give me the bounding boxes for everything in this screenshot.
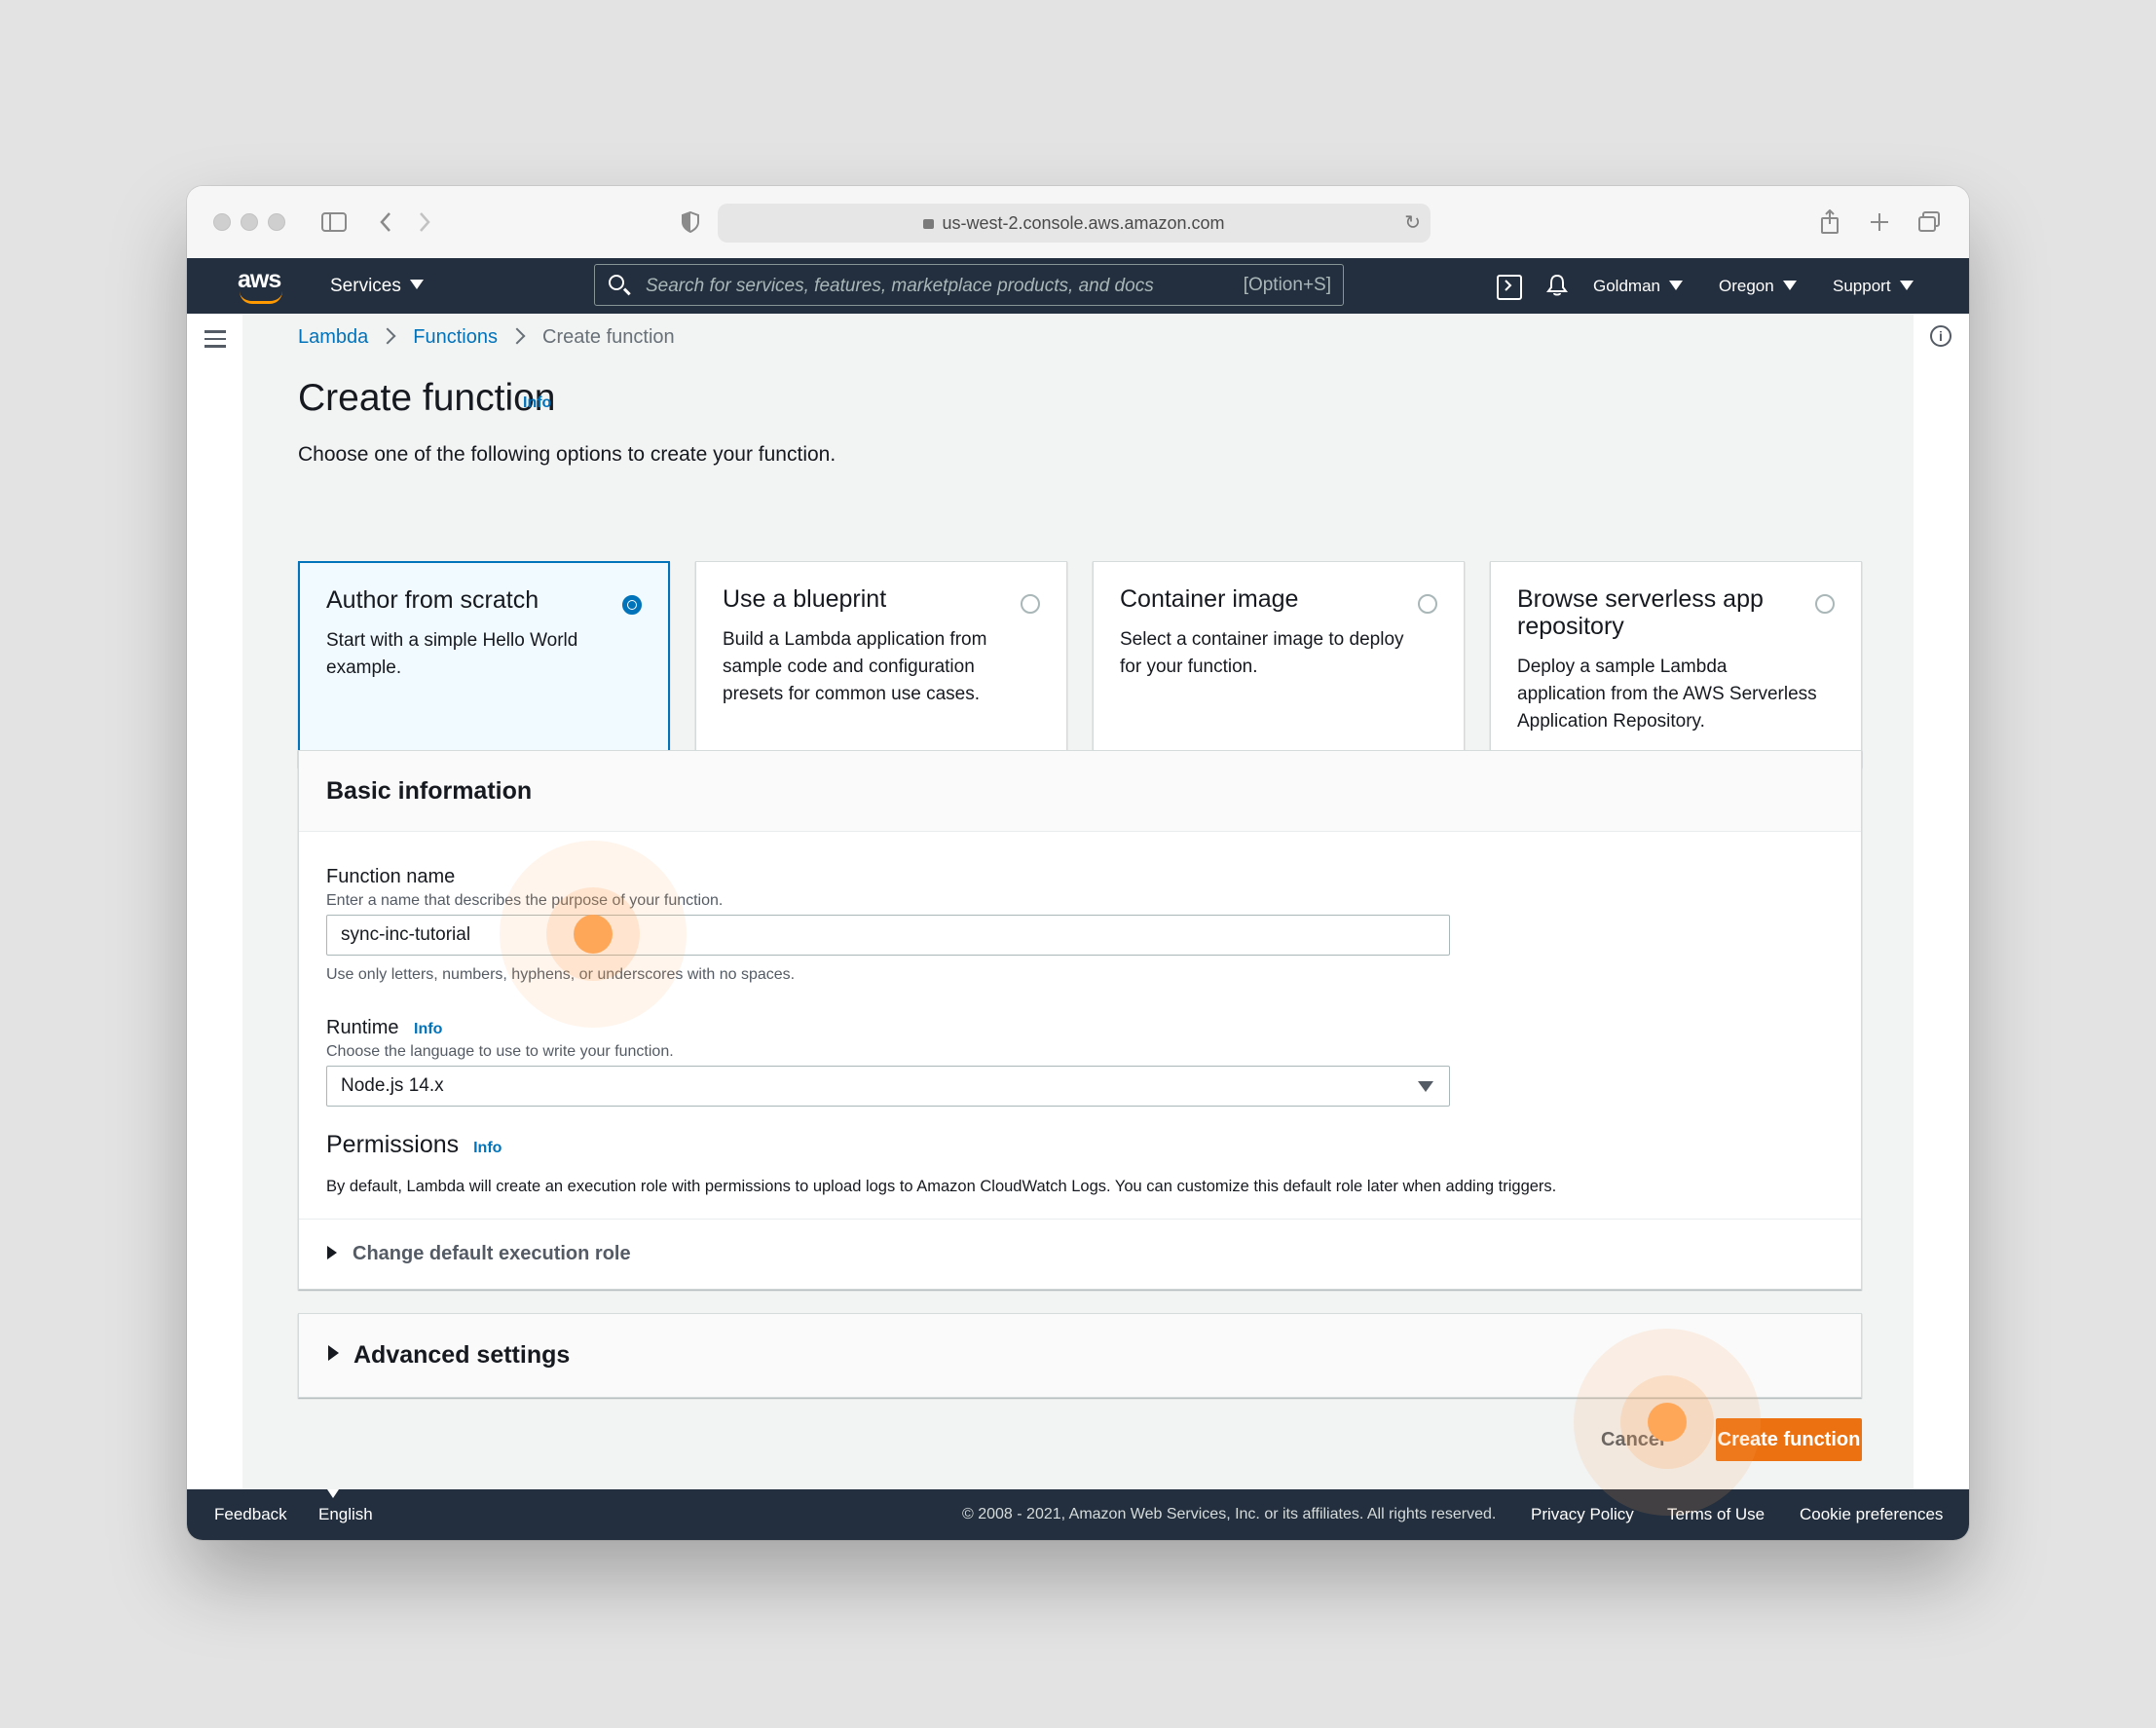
title-info-link[interactable]: Info <box>523 394 551 412</box>
option-use-a-blueprint[interactable]: Use a blueprint Build a Lambda applicati… <box>695 561 1067 768</box>
browser-window: us-west-2.console.aws.amazon.com ↻ aws S… <box>187 186 1969 1540</box>
search-icon <box>609 275 624 290</box>
aws-logo[interactable]: aws <box>238 266 288 305</box>
page-subtitle: Choose one of the following options to c… <box>298 443 836 466</box>
advanced-settings-label: Advanced settings <box>353 1341 571 1369</box>
privacy-shield-icon[interactable] <box>674 206 707 239</box>
function-name-label: Function name <box>326 866 456 887</box>
right-tools-rail: i <box>1913 314 1969 1489</box>
console-footer: Feedback English (US) © 2008 - 2021, Ama… <box>187 1489 1969 1540</box>
function-name-description: Enter a name that describes the purpose … <box>326 892 724 909</box>
copyright-text: © 2008 - 2021, Amazon Web Services, Inc.… <box>962 1506 1497 1522</box>
search-input[interactable] <box>644 265 1212 307</box>
option-description: Deploy a sample Lambda application from … <box>1517 657 1817 732</box>
option-title: Author from scratch <box>326 586 539 614</box>
cookie-preferences-link[interactable]: Cookie preferences <box>1800 1489 1943 1540</box>
option-title: Browse serverless app repository <box>1517 585 1764 640</box>
option-author-from-scratch[interactable]: Author from scratch Start with a simple … <box>298 561 670 768</box>
runtime-label: Runtime Info <box>326 1017 443 1038</box>
radio-button[interactable] <box>1021 594 1040 614</box>
lock-icon <box>923 219 935 229</box>
advanced-settings-panel[interactable]: Advanced settings <box>298 1313 1862 1398</box>
minimize-window-dot[interactable] <box>241 213 258 231</box>
panel-header: Basic information <box>299 751 1861 832</box>
services-menu[interactable]: Services <box>330 258 424 314</box>
privacy-policy-link[interactable]: Privacy Policy <box>1531 1489 1634 1540</box>
breadcrumb-lambda[interactable]: Lambda <box>298 326 368 348</box>
chevron-right-icon <box>508 327 526 345</box>
region-menu[interactable]: Oregon <box>1719 258 1797 314</box>
change-role-label: Change default execution role <box>353 1243 631 1264</box>
left-navigation-rail <box>187 314 243 1489</box>
option-description: Start with a simple Hello World example. <box>326 630 578 678</box>
zoom-window-dot[interactable] <box>268 213 285 231</box>
sidebar-toggle-icon[interactable] <box>317 206 351 239</box>
feedback-link[interactable]: Feedback <box>214 1489 287 1540</box>
page-title: Create function <box>298 377 556 419</box>
notifications-bell-icon[interactable] <box>1543 272 1571 299</box>
search-shortcut: [Option+S] <box>1243 275 1331 295</box>
search-box[interactable]: [Option+S] <box>594 264 1344 307</box>
option-description: Select a container image to deploy for y… <box>1120 629 1404 677</box>
radio-button-checked[interactable] <box>622 595 642 615</box>
function-name-input[interactable] <box>326 915 1450 956</box>
account-menu[interactable]: Goldman <box>1593 258 1683 314</box>
cancel-button[interactable]: Cancel <box>1601 1419 1665 1460</box>
option-browse-serverless-app-repository[interactable]: Browse serverless app repository Deploy … <box>1490 561 1862 768</box>
option-title: Use a blueprint <box>723 585 887 613</box>
breadcrumb-functions[interactable]: Functions <box>413 326 498 348</box>
caret-right-icon <box>327 1246 337 1259</box>
caret-down-icon <box>409 279 424 289</box>
panel-title: Basic information <box>326 777 533 805</box>
basic-information-panel: Basic information Function name Enter a … <box>298 750 1862 1290</box>
radio-button[interactable] <box>1418 594 1437 614</box>
breadcrumb: Lambda Functions Create function <box>298 323 675 351</box>
support-menu[interactable]: Support <box>1833 258 1914 314</box>
change-role-expander[interactable]: Change default execution role <box>299 1219 1861 1290</box>
runtime-select[interactable]: Node.js 14.x <box>326 1066 1450 1107</box>
option-description: Build a Lambda application from sample c… <box>723 629 987 704</box>
chevron-right-icon <box>379 327 396 345</box>
aws-console-navbar: aws Services [Option+S] Goldman Oregon S… <box>187 258 1969 314</box>
breadcrumb-current: Create function <box>542 326 675 348</box>
info-panel-icon[interactable]: i <box>1930 325 1952 347</box>
caret-down-icon <box>327 1489 339 1498</box>
terms-of-use-link[interactable]: Terms of Use <box>1667 1489 1765 1540</box>
browser-toolbar: us-west-2.console.aws.amazon.com ↻ <box>187 186 1969 259</box>
option-container-image[interactable]: Container image Select a container image… <box>1093 561 1465 768</box>
close-window-dot[interactable] <box>213 213 231 231</box>
main-content: Lambda Functions Create function Create fu… <box>242 314 1914 1489</box>
permissions-description: By default, Lambda will create an execut… <box>326 1178 1557 1195</box>
forward-icon[interactable] <box>408 206 441 239</box>
radio-button[interactable] <box>1815 594 1835 614</box>
function-name-hint: Use only letters, numbers, hyphens, or u… <box>326 966 796 983</box>
runtime-selected-value: Node.js 14.x <box>341 1075 444 1096</box>
share-icon[interactable] <box>1813 206 1846 239</box>
tab-overview-icon[interactable] <box>1913 206 1946 239</box>
caret-down-icon <box>1899 280 1914 290</box>
caret-down-icon <box>1782 280 1797 290</box>
caret-down-icon <box>1418 1081 1433 1092</box>
runtime-info-link[interactable]: Info <box>414 1021 442 1037</box>
runtime-description: Choose the language to use to write your… <box>326 1043 674 1060</box>
hamburger-menu-icon[interactable] <box>204 330 226 348</box>
create-function-button[interactable]: Create function <box>1716 1418 1862 1461</box>
permissions-info-link[interactable]: Info <box>473 1140 502 1156</box>
caret-right-icon <box>328 1345 339 1361</box>
address-bar[interactable]: us-west-2.console.aws.amazon.com ↻ <box>718 204 1431 243</box>
address-url: us-west-2.console.aws.amazon.com <box>942 213 1225 233</box>
permissions-label: Permissions Info <box>326 1131 502 1158</box>
back-icon[interactable] <box>369 206 402 239</box>
new-tab-icon[interactable] <box>1863 206 1896 239</box>
option-title: Container image <box>1120 585 1299 613</box>
cloudshell-icon[interactable] <box>1497 275 1522 300</box>
caret-down-icon <box>1668 280 1683 290</box>
aws-smile-icon <box>240 291 282 304</box>
reload-icon[interactable]: ↻ <box>1404 207 1421 239</box>
